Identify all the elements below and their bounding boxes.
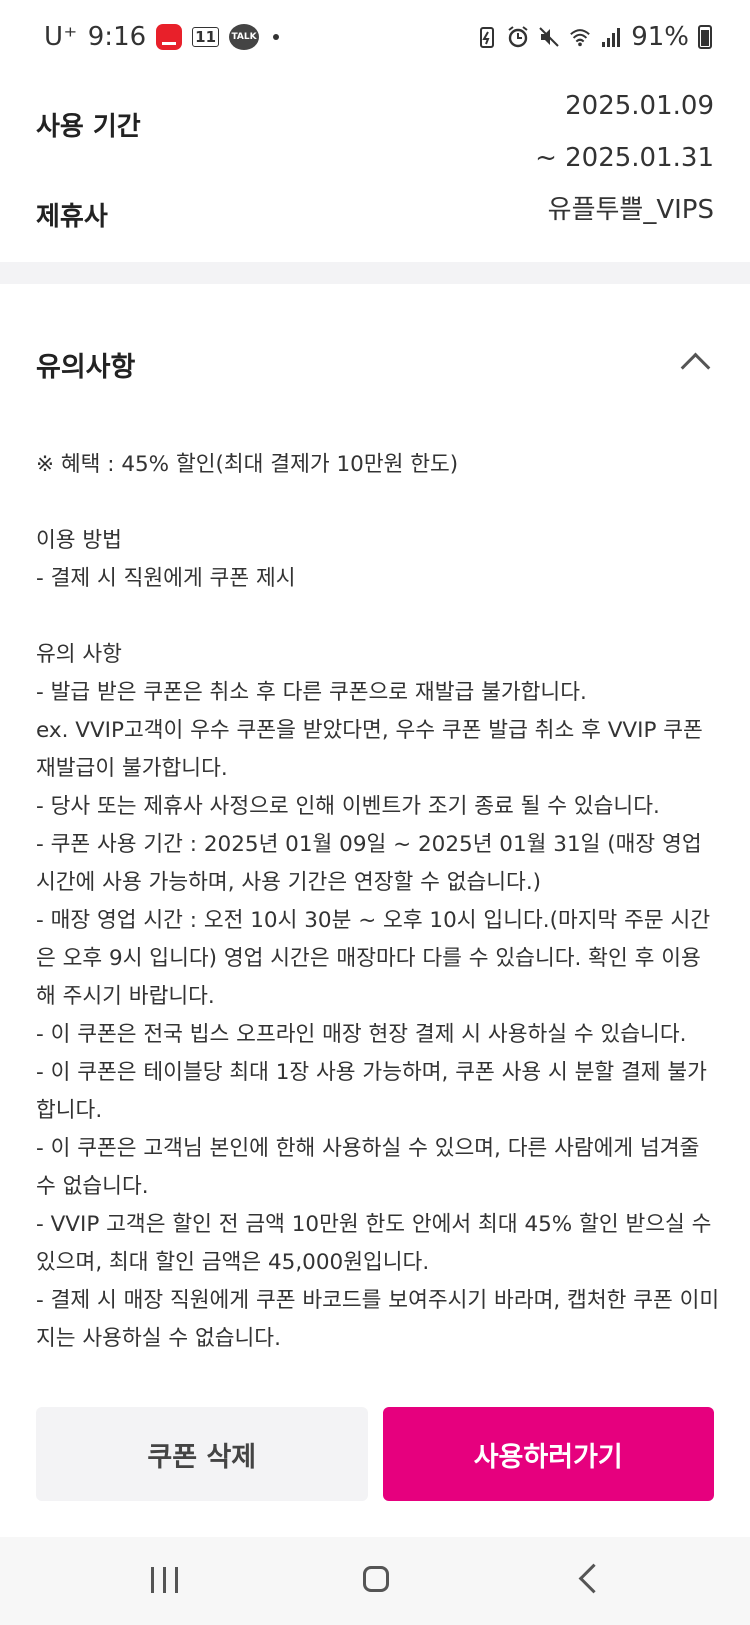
- partner-value: 유플투쁠_VIPS: [547, 195, 714, 225]
- caution-item: - 당사 또는 제휴사 사정으로 인해 이벤트가 조기 종료 될 수 있습니다.: [36, 794, 660, 819]
- battery-saver-icon: [480, 27, 495, 48]
- caution-title: 유의 사항: [36, 642, 122, 667]
- caution-item: - 결제 시 매장 직원에게 쿠폰 바코드를 보여주시기 바라며, 캡처한 쿠폰…: [36, 1288, 720, 1351]
- go-use-button[interactable]: 사용하러가기: [382, 1407, 714, 1501]
- section-divider: [0, 262, 750, 284]
- notice-content: ※ 혜택 : 45% 할인(최대 결제가 10만원 한도) 이용 방법 - 결제…: [36, 446, 720, 1358]
- signal-icon: [602, 28, 621, 47]
- caution-item: - 쿠폰 사용 기간 : 2025년 01월 09일 ~ 2025년 01월 3…: [36, 832, 709, 895]
- status-right: 91%: [476, 22, 712, 52]
- status-left: U⁺ 9:16 11 TALK: [44, 22, 280, 52]
- benefit-text: ※ 혜택 : 45% 할인(최대 결제가 10만원 한도): [36, 452, 459, 477]
- back-icon[interactable]: [578, 1563, 609, 1594]
- usage-period-start: 2025.01.09: [565, 91, 714, 121]
- caution-item: ex. VVIP고객이 우수 쿠폰을 받았다면, 우수 쿠폰 발급 취소 후 V…: [36, 718, 710, 781]
- wifi-icon: [570, 29, 591, 47]
- caution-item: - 발급 받은 쿠폰은 취소 후 다른 쿠폰으로 재발급 불가합니다.: [36, 680, 587, 705]
- delete-coupon-button[interactable]: 쿠폰 삭제: [36, 1407, 368, 1501]
- spacer-line: [36, 484, 720, 522]
- status-bar: U⁺ 9:16 11 TALK 91%: [0, 0, 750, 80]
- eleven-st-icon: 11: [192, 27, 220, 47]
- mute-icon: [539, 27, 559, 47]
- usage-period-end: ~ 2025.01.31: [535, 143, 714, 173]
- system-nav-bar: [0, 1537, 750, 1625]
- caution-item: - 매장 영업 시간 : 오전 10시 30분 ~ 오후 10시 입니다.(마지…: [36, 908, 711, 1009]
- shopping-app-icon: [156, 24, 183, 50]
- partner-label: 제휴사: [36, 202, 108, 232]
- usage-period-row: 사용 기간 2025.01.09 ~ 2025.01.31: [36, 80, 714, 176]
- caution-item: - 이 쿠폰은 테이블당 최대 1장 사용 가능하며, 쿠폰 사용 시 분할 결…: [36, 1060, 707, 1123]
- notice-title: 유의사항: [36, 352, 136, 383]
- caution-item: - 이 쿠폰은 전국 빕스 오프라인 매장 현장 결제 시 사용하실 수 있습니…: [36, 1022, 687, 1047]
- home-icon[interactable]: [363, 1566, 389, 1592]
- status-time: 9:16: [87, 22, 147, 52]
- usage-period-label: 사용 기간: [36, 112, 141, 142]
- battery-icon: [698, 25, 712, 49]
- more-notifications-dot-icon: [273, 34, 280, 40]
- recent-apps-icon[interactable]: [151, 1567, 181, 1593]
- spacer-line: [36, 598, 720, 636]
- howto-item: - 결제 시 직원에게 쿠폰 제시: [36, 566, 296, 591]
- alarm-icon: [508, 26, 528, 48]
- caution-item: - 이 쿠폰은 고객님 본인에 한해 사용하실 수 있으며, 다른 사람에게 넘…: [36, 1136, 707, 1199]
- notice-accordion-header[interactable]: 유의사항: [36, 345, 714, 395]
- caution-item: - VVIP 고객은 할인 전 금액 10만원 한도 안에서 최대 45% 할인…: [36, 1212, 719, 1275]
- battery-percent: 91%: [631, 22, 689, 52]
- action-bar: 쿠폰 삭제 사용하러가기: [36, 1407, 714, 1501]
- howto-title: 이용 방법: [36, 528, 122, 553]
- kakaotalk-icon: TALK: [229, 24, 260, 50]
- partner-row: 제휴사 유플투쁠_VIPS: [36, 186, 714, 246]
- carrier-label: U⁺: [44, 22, 78, 52]
- usage-period-value: 2025.01.09 ~ 2025.01.31: [535, 80, 714, 184]
